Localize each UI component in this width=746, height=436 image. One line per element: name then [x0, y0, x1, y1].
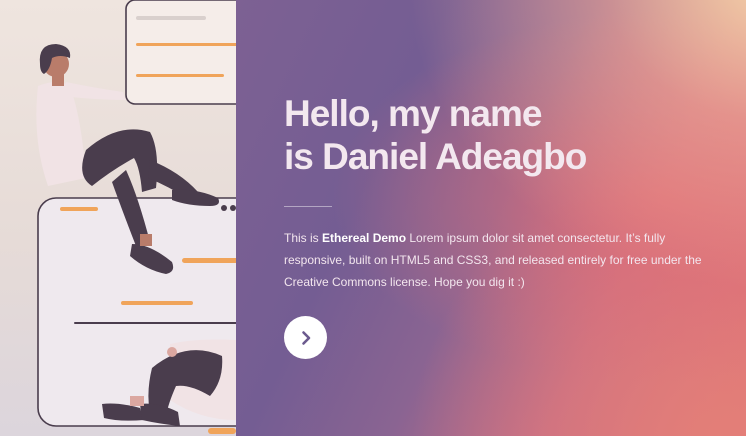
hero-intro: This is Ethereal Demo Lorem ipsum dolor … — [284, 227, 704, 293]
hero-intro-prefix: This is — [284, 231, 323, 245]
hero-panel: Hello, my name is Daniel Adeagbo This is… — [236, 0, 746, 436]
card-top-line-orange-2 — [136, 74, 224, 77]
lying-ankle — [130, 396, 144, 406]
person-ankle — [140, 234, 152, 246]
hero-heading-line-2: is Daniel Adeagbo — [284, 136, 587, 177]
card-top-line-orange-1 — [136, 43, 236, 46]
lying-hand — [167, 347, 177, 357]
hero-heading-line-1: Hello, my name — [284, 93, 542, 134]
chevron-right-icon — [301, 330, 310, 345]
card-top-line-grey — [136, 16, 206, 20]
hero-heading: Hello, my name is Daniel Adeagbo — [284, 92, 587, 178]
hero-divider — [284, 206, 332, 207]
card-bottom-line-1 — [60, 207, 98, 211]
lying-accent — [208, 428, 236, 434]
people-illustration — [36, 0, 236, 434]
dot-1 — [221, 205, 227, 211]
card-bottom-line-4 — [74, 322, 236, 324]
hero-intro-brand: Ethereal Demo — [322, 231, 407, 245]
card-top — [125, 0, 236, 105]
page: Hello, my name is Daniel Adeagbo This is… — [0, 0, 746, 436]
hero-illustration — [0, 0, 236, 436]
next-button[interactable] — [284, 316, 327, 359]
card-bottom-line-2 — [182, 258, 236, 263]
card-bottom-line-3 — [121, 301, 193, 305]
